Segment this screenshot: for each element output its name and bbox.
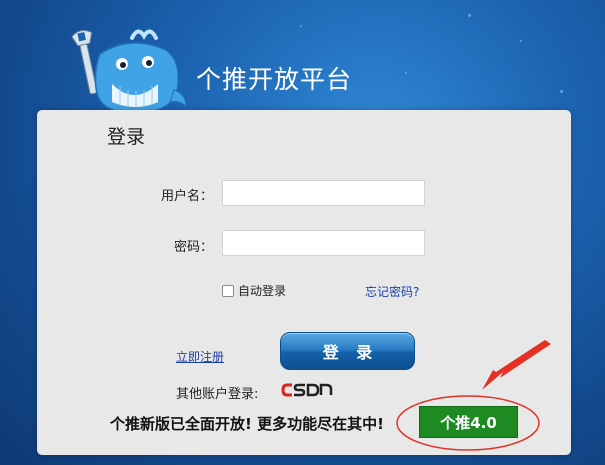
username-input[interactable] (222, 180, 425, 206)
username-label: 用户名： (160, 189, 213, 204)
register-link[interactable]: 立即注册 (176, 348, 224, 365)
forgot-password-link[interactable]: 忘记密码? (365, 283, 419, 300)
login-button[interactable]: 登 录 (280, 332, 415, 370)
getui-4-button[interactable]: 个推4.0 (419, 406, 518, 438)
promo-text: 个推新版已全面开放! 更多功能尽在其中! (110, 415, 384, 433)
password-input[interactable] (222, 230, 425, 256)
auto-login-checkbox[interactable] (222, 284, 234, 297)
login-heading: 登录 (107, 126, 146, 148)
password-label: 密码： (173, 240, 213, 255)
login-panel: 登录 用户名： 密码： 自动登录 忘记密码? 立即注册 登 录 其他账户登录: … (37, 110, 571, 455)
other-accounts-label: 其他账户登录: (176, 387, 259, 402)
header: 个推开放平台 (0, 0, 605, 113)
auto-login-option[interactable]: 自动登录 (222, 282, 286, 299)
brand-title: 个推开放平台 (196, 65, 353, 94)
whale-mascot-icon (71, 29, 187, 113)
auto-login-label: 自动登录 (238, 284, 287, 298)
csdn-login-icon[interactable] (281, 380, 337, 400)
